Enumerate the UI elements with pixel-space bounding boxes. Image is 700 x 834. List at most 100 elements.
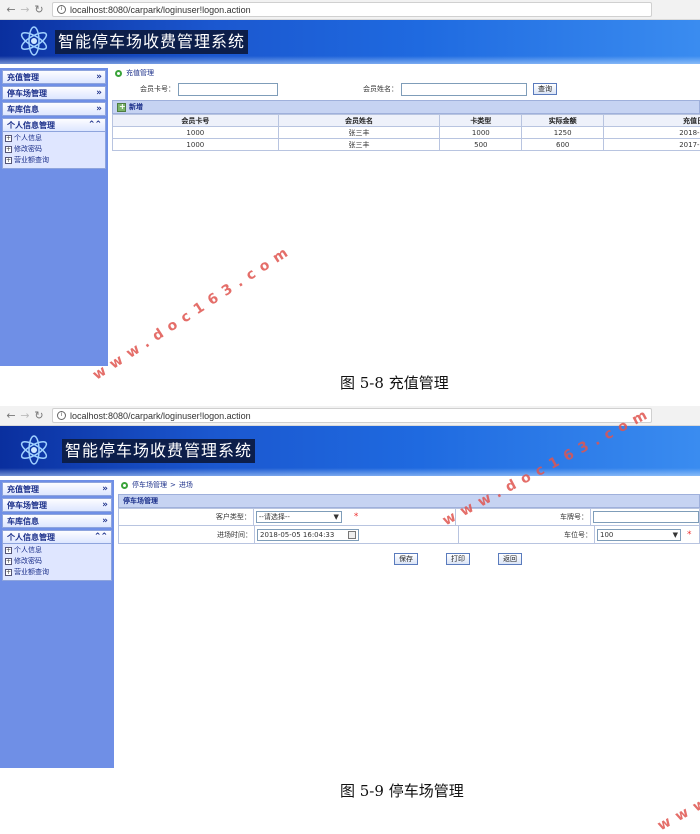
back-button[interactable]: 返回 bbox=[498, 553, 522, 565]
customer-type-label: 客户类型： bbox=[119, 509, 254, 525]
section-bar: 停车场管理 bbox=[118, 494, 700, 508]
submenu-item-revenue[interactable]: +营业额查询 bbox=[5, 567, 111, 578]
address-bar[interactable]: i localhost:8080/carpark/loginuser!logon… bbox=[52, 2, 652, 17]
submenu-item-revenue[interactable]: +营业额查询 bbox=[5, 155, 105, 166]
menu-garage-info[interactable]: 车库信息» bbox=[2, 514, 112, 528]
entry-time-cell: 2018-05-05 16:04:33 bbox=[255, 526, 459, 543]
add-icon[interactable] bbox=[117, 103, 126, 112]
expand-icon: + bbox=[5, 558, 12, 565]
card-number-input[interactable] bbox=[178, 83, 278, 96]
calendar-icon[interactable] bbox=[348, 531, 356, 539]
breadcrumb-separator: > bbox=[170, 481, 176, 489]
menu-personal[interactable]: 个人信息管理⌃⌃ bbox=[2, 530, 112, 544]
col-card-type: 卡类型 bbox=[440, 115, 522, 127]
query-button[interactable]: 查询 bbox=[533, 83, 557, 95]
main-area: 充值管理» 停车场管理» 车库信息» 个人信息管理⌃⌃ +个人信息 +修改密码 … bbox=[0, 66, 700, 366]
double-chevron-right-icon: » bbox=[96, 104, 101, 114]
member-name-input[interactable] bbox=[401, 83, 527, 96]
back-arrow-icon[interactable]: ← bbox=[4, 409, 18, 423]
menu-garage-info[interactable]: 车库信息» bbox=[2, 102, 106, 116]
double-chevron-right-icon: » bbox=[96, 88, 101, 98]
required-mark: * bbox=[354, 512, 359, 522]
card-label: 会员卡号： bbox=[140, 84, 175, 94]
submenu-item-password[interactable]: +修改密码 bbox=[5, 556, 111, 567]
breadcrumb: 停车场管理 > 进场 bbox=[118, 478, 700, 492]
expand-icon: + bbox=[5, 157, 12, 164]
double-chevron-right-icon: » bbox=[102, 500, 107, 510]
back-arrow-icon[interactable]: ← bbox=[4, 3, 18, 17]
plate-cell bbox=[591, 509, 699, 525]
menu-parking[interactable]: 停车场管理» bbox=[2, 86, 106, 100]
col-card-number: 会员卡号 bbox=[113, 115, 279, 127]
app-banner: 智能停车场收费管理系统 bbox=[0, 20, 700, 64]
browser-toolbar: ← → ↻ i localhost:8080/carpark/loginuser… bbox=[0, 406, 700, 426]
name-label: 会员姓名： bbox=[363, 84, 398, 94]
col-recharge-date: 充值日期 bbox=[604, 115, 700, 127]
menu-parking[interactable]: 停车场管理» bbox=[2, 498, 112, 512]
reload-icon[interactable]: ↻ bbox=[32, 409, 46, 423]
save-button[interactable]: 保存 bbox=[394, 553, 418, 565]
bullet-icon bbox=[121, 482, 128, 489]
parking-slot-select[interactable]: 100▼ bbox=[597, 529, 681, 541]
col-member-name: 会员姓名 bbox=[278, 115, 440, 127]
col-actual-amount: 实际金额 bbox=[522, 115, 604, 127]
slot-label: 车位号： bbox=[459, 526, 595, 543]
recharge-table: 会员卡号 会员姓名 卡类型 实际金额 充值日期 1000 张三丰 1000 12… bbox=[112, 114, 700, 151]
submenu-item-password[interactable]: +修改密码 bbox=[5, 144, 105, 155]
system-title: 智能停车场收费管理系统 bbox=[55, 30, 248, 54]
submenu-item-profile[interactable]: +个人信息 bbox=[5, 545, 111, 556]
table-row[interactable]: 1000 张三丰 500 600 2017-12- bbox=[113, 139, 700, 151]
breadcrumb-parent[interactable]: 停车场管理 bbox=[132, 480, 167, 490]
expand-icon: + bbox=[5, 569, 12, 576]
main-area: 充值管理» 停车场管理» 车库信息» 个人信息管理⌃⌃ +个人信息 +修改密码 … bbox=[0, 478, 700, 768]
form-row: 进场时间： 2018-05-05 16:04:33 车位号： 100▼ * bbox=[119, 526, 699, 543]
sidebar: 充值管理» 停车场管理» 车库信息» 个人信息管理⌃⌃ +个人信息 +修改密码 … bbox=[0, 68, 108, 366]
submenu-personal: +个人信息 +修改密码 +营业额查询 bbox=[2, 544, 112, 581]
breadcrumb: 充值管理 bbox=[112, 66, 700, 80]
address-bar[interactable]: i localhost:8080/carpark/loginuser!logon… bbox=[52, 408, 652, 423]
atom-logo-icon bbox=[18, 25, 50, 57]
submenu-item-profile[interactable]: +个人信息 bbox=[5, 133, 105, 144]
breadcrumb-current: 进场 bbox=[179, 480, 193, 490]
content-parking: 停车场管理 > 进场 停车场管理 客户类型： --请选择--▼ * 车牌号： bbox=[118, 478, 700, 768]
expand-icon: + bbox=[5, 135, 12, 142]
reload-icon[interactable]: ↻ bbox=[32, 3, 46, 17]
figure-caption-parking: 图 5-9 停车场管理 bbox=[340, 780, 464, 801]
double-chevron-up-icon: ⌃⌃ bbox=[88, 120, 101, 130]
slot-cell: 100▼ * bbox=[595, 526, 699, 543]
menu-recharge[interactable]: 充值管理» bbox=[2, 482, 112, 496]
expand-icon: + bbox=[5, 547, 12, 554]
browser-toolbar: ← → ↻ i localhost:8080/carpark/loginuser… bbox=[0, 0, 700, 20]
figure-caption-recharge: 图 5-8 充值管理 bbox=[340, 372, 449, 393]
info-icon[interactable]: i bbox=[57, 411, 66, 420]
double-chevron-right-icon: » bbox=[96, 72, 101, 82]
entry-time-input[interactable]: 2018-05-05 16:04:33 bbox=[257, 529, 359, 541]
forward-arrow-icon[interactable]: → bbox=[18, 409, 32, 423]
form-actions: 保存 打印 返回 bbox=[118, 553, 700, 565]
sidebar: 充值管理» 停车场管理» 车库信息» 个人信息管理⌃⌃ +个人信息 +修改密码 … bbox=[0, 480, 114, 768]
expand-icon: + bbox=[5, 146, 12, 153]
content-recharge: 充值管理 会员卡号： 会员姓名： 查询 新增 会员卡号 会员姓名 卡类型 实际金… bbox=[112, 66, 700, 366]
url-text: localhost:8080/carpark/loginuser!logon.a… bbox=[70, 411, 251, 421]
plate-number-input[interactable] bbox=[593, 511, 699, 523]
watermark: www bbox=[655, 792, 700, 834]
system-title: 智能停车场收费管理系统 bbox=[62, 439, 255, 463]
menu-personal[interactable]: 个人信息管理⌃⌃ bbox=[2, 118, 106, 132]
screenshot-parking: ← → ↻ i localhost:8080/carpark/loginuser… bbox=[0, 406, 700, 768]
atom-logo-icon bbox=[18, 434, 50, 466]
print-button[interactable]: 打印 bbox=[446, 553, 470, 565]
entry-time-label: 进场时间： bbox=[119, 526, 255, 543]
form-row: 客户类型： --请选择--▼ * 车牌号： bbox=[119, 509, 699, 526]
dropdown-arrow-icon: ▼ bbox=[333, 513, 338, 521]
entry-form: 客户类型： --请选择--▼ * 车牌号： 进场时间： bbox=[118, 508, 700, 544]
dropdown-arrow-icon: ▼ bbox=[673, 531, 678, 539]
info-icon[interactable]: i bbox=[57, 5, 66, 14]
menu-recharge[interactable]: 充值管理» bbox=[2, 70, 106, 84]
submenu-personal: +个人信息 +修改密码 +营业额查询 bbox=[2, 132, 106, 169]
section-bar: 新增 bbox=[112, 100, 700, 114]
table-header-row: 会员卡号 会员姓名 卡类型 实际金额 充值日期 bbox=[113, 115, 700, 127]
customer-type-select[interactable]: --请选择--▼ bbox=[256, 511, 342, 523]
customer-type-cell: --请选择--▼ * bbox=[254, 509, 456, 525]
forward-arrow-icon[interactable]: → bbox=[18, 3, 32, 17]
table-row[interactable]: 1000 张三丰 1000 1250 2018-03- bbox=[113, 127, 700, 139]
